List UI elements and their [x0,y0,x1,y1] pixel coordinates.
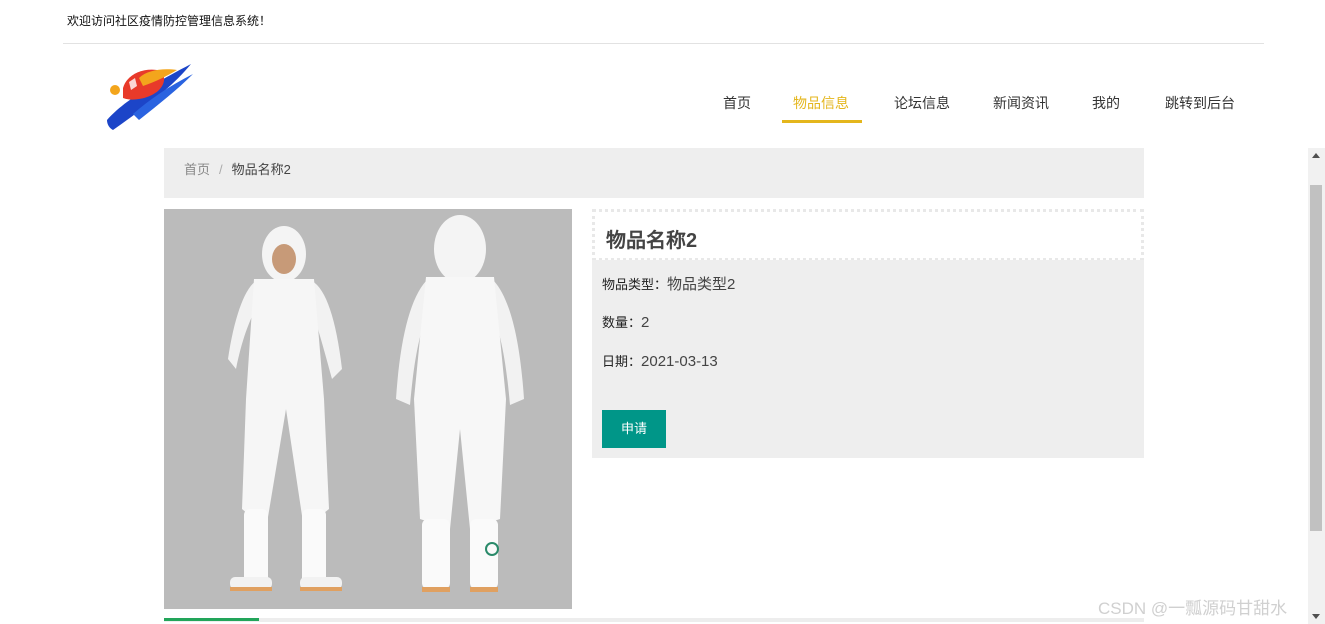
breadcrumb-current: 物品名称2 [231,162,291,177]
vertical-scrollbar[interactable] [1308,148,1325,624]
protective-suit-photo [164,209,572,609]
bottom-divider [164,618,1144,622]
item-date-field: 日期：2021-03-13 [602,351,718,370]
breadcrumb-separator: / [219,162,223,177]
nav-item-mine[interactable]: 我的 [1090,84,1122,122]
item-title: 物品名称2 [606,230,698,252]
nav-item-home[interactable]: 首页 [722,84,752,122]
apply-button[interactable]: 申请 [602,410,666,448]
item-type-value: 物品类型2 [667,276,736,293]
item-quantity-value: 2 [641,314,650,331]
item-title-box: 物品名称2 [592,209,1144,261]
item-type-field: 物品类型：物品类型2 [602,273,735,294]
top-bar: 欢迎访问社区疫情防控管理信息系统！ [63,0,1264,44]
nav-item-goods[interactable]: 物品信息 [790,84,852,122]
breadcrumb: 首页 / 物品名称2 [164,148,1144,198]
site-logo[interactable] [103,60,195,134]
item-date-label: 日期： [602,354,642,369]
nav-item-forum[interactable]: 论坛信息 [891,84,953,122]
item-detail-panel: 物品类型：物品类型2 数量：2 日期：2021-03-13 申请 [592,260,1144,458]
breadcrumb-home[interactable]: 首页 [184,162,210,177]
scroll-up-icon[interactable] [1312,153,1320,158]
welcome-text: 欢迎访问社区疫情防控管理信息系统！ [67,14,272,28]
scrollbar-thumb[interactable] [1310,185,1322,531]
scroll-down-icon[interactable] [1312,614,1320,619]
nav-item-admin[interactable]: 跳转到后台 [1161,84,1239,122]
watermark: CSDN @一瓢源码甘甜水 [1098,599,1288,618]
item-date-value: 2021-03-13 [641,353,718,370]
item-type-label: 物品类型： [602,277,668,292]
nav-active-indicator [782,120,862,123]
item-quantity-field: 数量：2 [602,312,649,331]
swoosh-logo-icon [107,64,193,130]
product-image [164,209,572,609]
item-quantity-label: 数量： [602,315,642,330]
nav-item-news[interactable]: 新闻资讯 [990,84,1052,122]
bottom-accent-bar [164,618,259,621]
